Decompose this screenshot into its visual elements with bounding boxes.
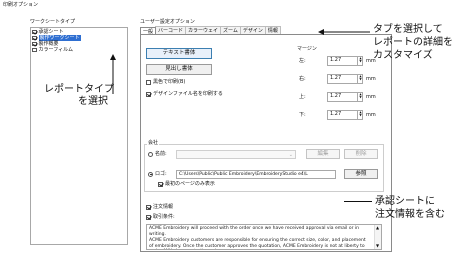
print-design-filename-checkbox[interactable] [146,91,151,97]
company-logo-label: ロゴ: [155,171,167,177]
production-summary-checkbox[interactable] [32,41,37,47]
margin-top-spinner-icon[interactable]: ▲ ▼ [357,93,363,101]
color-film-checkbox[interactable] [32,47,37,53]
margin-right-spinner-icon[interactable]: ▲ ▼ [357,75,363,83]
terms-paragraph-2: ACME Embroidery customers are responsibl… [149,238,366,249]
print-black-checkbox[interactable] [146,79,151,85]
approval-note-line [344,201,372,202]
margin-bottom-label: 下: [299,112,306,118]
tabs-note-line2: レポートの詳細を [373,37,453,48]
approval-note-line1: 承認シートに [375,196,435,207]
margin-right-unit: mm [366,76,376,82]
terms-textarea[interactable]: ACME Embroidery will proceed with the or… [146,224,382,250]
order-info-option[interactable]: 注文情報 [146,204,173,210]
margin-top-unit: mm [366,94,376,100]
window-title: 印刷オプション [3,2,39,8]
company-group-label: 会社 [147,140,160,146]
first-page-only-option[interactable]: 最初のページのみ表示 [158,181,215,187]
margin-left-spinner-icon[interactable]: ▲ ▼ [357,57,363,65]
worksheet-item-label: カラーフィルム [38,47,74,53]
terms-checkbox[interactable] [146,214,151,220]
terms-label: 取引条件: [153,214,175,220]
scroll-up-icon[interactable]: ▲ [376,225,379,231]
tabs-note-line3: カスタマイズ [373,50,433,61]
company-delete-button[interactable]: 削除 [344,149,378,159]
company-name-radio[interactable] [148,151,153,157]
company-logo-path: C:\Users\Public\Public Embroidery\Embroi… [179,172,308,177]
chevron-down-icon: ⌄ [288,152,293,158]
print-black-label: 黒色で印刷(B) [153,79,186,85]
margin-top-label: 上: [299,94,306,100]
heading-font-button[interactable]: 見出し書体 [146,64,212,75]
report-type-note-line2: を選択 [78,96,108,107]
worksheet-type-header: ワークシートタイプ [30,19,76,25]
first-page-only-checkbox[interactable] [158,181,163,187]
order-info-checkbox[interactable] [146,204,151,210]
report-type-note-line1: レポートタイプ [44,84,114,95]
approval-note-line2: 注文情報を含む [375,209,445,220]
company-name-option[interactable]: 名前: [148,151,167,157]
terms-option[interactable]: 取引条件: [146,214,175,220]
browse-button[interactable]: 参照 [344,169,378,179]
margins-label: マージン [297,46,317,52]
margin-right-label: 右: [299,76,306,82]
tabs-note-line1: タブを選択して [373,24,443,35]
user-options-header: ユーザー設定オプション [140,19,195,25]
approval-sheet-checkbox[interactable] [32,29,37,35]
margin-bottom-spinner-icon[interactable]: ▲ ▼ [357,111,363,119]
print-black-option[interactable]: 黒色で印刷(B) [146,79,185,85]
company-name-select[interactable]: ⌄ [176,150,296,159]
text-font-button[interactable]: テキスト書体 [146,48,212,59]
first-page-only-label: 最初のページのみ表示 [165,181,215,187]
print-design-filename-label: デザインファイル名を印刷する [153,91,223,97]
order-info-label: 注文情報 [153,204,174,210]
tabs-note-arrow [318,29,370,35]
print-design-filename-option[interactable]: デザインファイル名を印刷する [146,91,223,97]
terms-paragraph-1: ACME Embroidery will proceed with the or… [149,226,359,237]
company-logo-path-input[interactable]: C:\Users\Public\Public Embroidery\Embroi… [176,170,336,179]
company-name-label: 名前: [155,151,167,157]
company-logo-option[interactable]: ロゴ: [148,171,167,177]
margin-bottom-unit: mm [366,112,376,118]
production-worksheet-checkbox[interactable] [32,35,37,41]
margin-left-label: 左: [299,58,306,64]
worksheet-item-color-film[interactable]: カラーフィルム [32,47,126,53]
company-logo-radio[interactable] [148,171,153,177]
scroll-down-icon[interactable]: ▼ [376,243,379,249]
terms-scrollbar[interactable]: ▲ ▼ [374,225,381,249]
company-edit-button[interactable]: 編集 [306,149,340,159]
